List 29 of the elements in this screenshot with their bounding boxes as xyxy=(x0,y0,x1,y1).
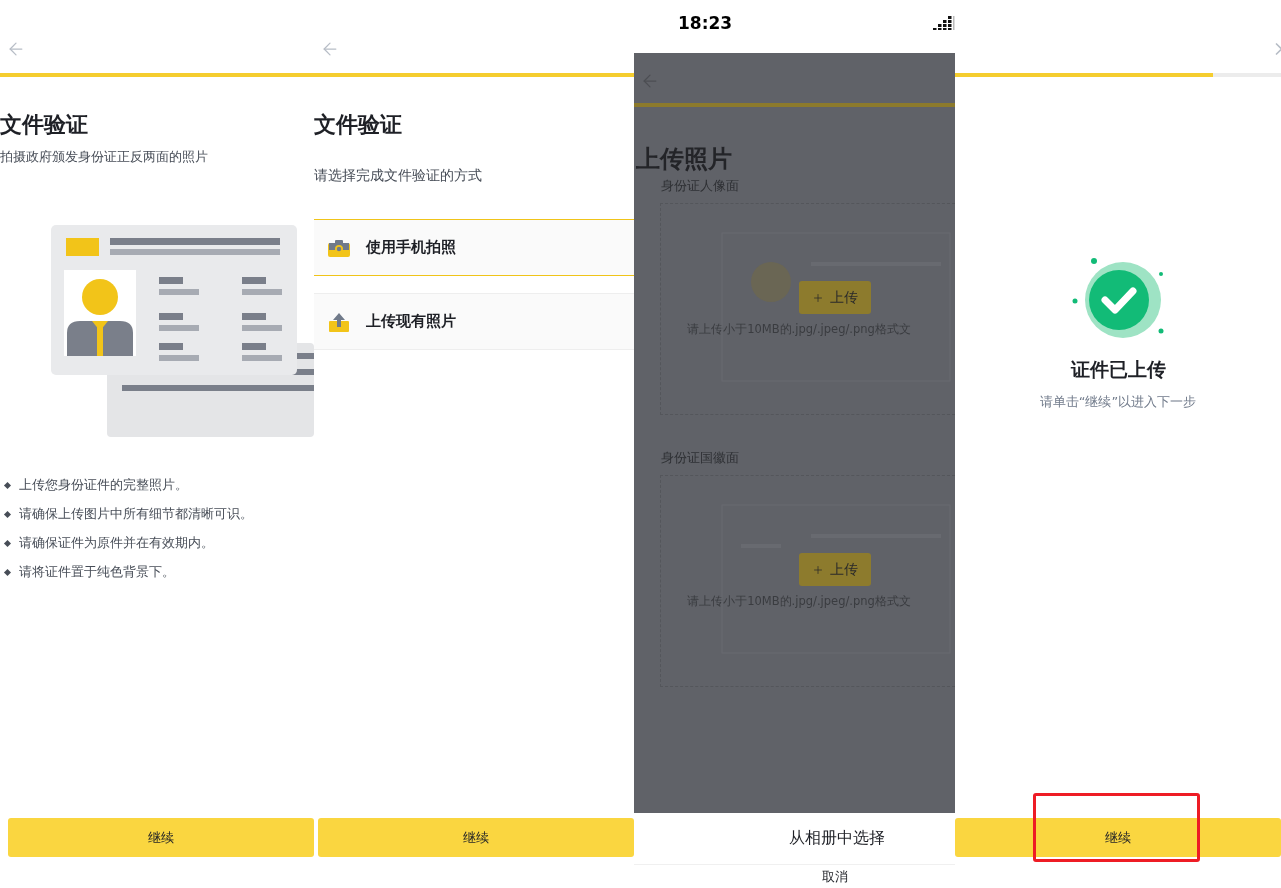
continue-button[interactable]: 继续 xyxy=(955,818,1281,857)
page-title: 文件验证 xyxy=(314,111,403,139)
page-title: 上传照片 xyxy=(636,144,733,175)
status-title: 证件已上传 xyxy=(1070,357,1166,382)
method-option[interactable]: 上传现有照片 xyxy=(314,293,634,350)
plus-icon xyxy=(812,563,824,576)
status-subtitle: 请单击“继续”以进入下一步 xyxy=(1039,393,1197,411)
bullet-icon xyxy=(3,539,12,548)
bullet-icon xyxy=(3,481,12,490)
page-subtitle: 请选择完成文件验证的方式 xyxy=(314,167,483,185)
camera-icon xyxy=(328,238,350,257)
upload-button[interactable]: 上传 xyxy=(799,281,871,314)
upload-button[interactable]: 上传 xyxy=(799,553,871,586)
tip-text: 请确保上传图片中所有细节都清晰可识。 xyxy=(19,506,253,523)
page-title: 文件验证 xyxy=(0,111,89,139)
tip-text: 上传您身份证件的完整照片。 xyxy=(19,477,188,494)
continue-button[interactable]: 继续 xyxy=(8,818,314,857)
page-subtitle: 拍摄政府颁发身份证正反两面的照片 xyxy=(0,148,209,166)
method-option[interactable]: 使用手机拍照 xyxy=(314,219,634,276)
cancel-button[interactable]: 取消 xyxy=(741,865,848,886)
bullet-icon xyxy=(3,568,12,577)
upload-icon xyxy=(328,311,350,332)
continue-button[interactable]: 继续 xyxy=(318,818,634,857)
bullet-icon xyxy=(3,510,12,519)
tip-text: 请将证件置于纯色背景下。 xyxy=(19,564,175,581)
plus-icon xyxy=(812,291,824,304)
tip-text: 请确保证件为原件并在有效期内。 xyxy=(19,535,214,552)
signal-icon xyxy=(933,15,955,30)
status-time: 18:23 xyxy=(678,12,733,33)
